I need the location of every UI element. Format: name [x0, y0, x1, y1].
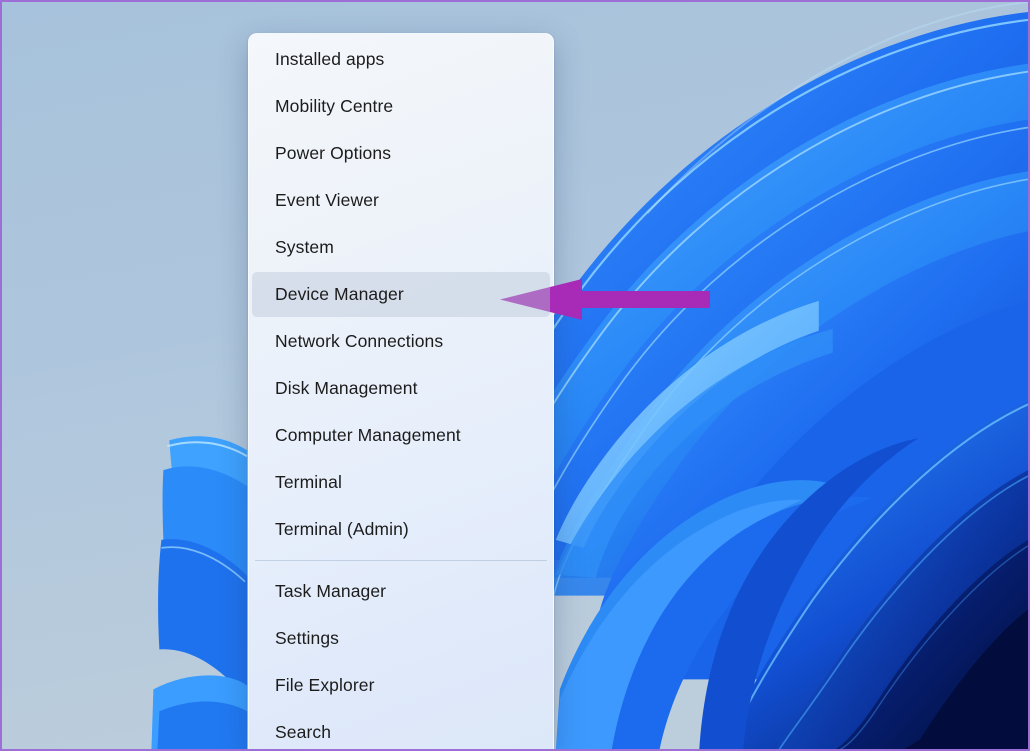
menu-item-network-connections[interactable]: Network Connections — [249, 318, 553, 365]
menu-group-secondary: Task Manager Settings File Explorer Sear… — [249, 568, 553, 749]
menu-item-search[interactable]: Search — [249, 709, 553, 749]
menu-item-terminal-admin[interactable]: Terminal (Admin) — [249, 506, 553, 553]
screenshot-root: Installed apps Mobility Centre Power Opt… — [0, 0, 1030, 751]
menu-item-label: Mobility Centre — [275, 96, 394, 116]
menu-item-label: Installed apps — [275, 49, 385, 69]
menu-item-power-options[interactable]: Power Options — [249, 130, 553, 177]
menu-item-installed-apps[interactable]: Installed apps — [249, 36, 553, 83]
menu-item-computer-management[interactable]: Computer Management — [249, 412, 553, 459]
windows-power-user-context-menu[interactable]: Installed apps Mobility Centre Power Opt… — [248, 33, 554, 749]
menu-item-label: Network Connections — [275, 331, 444, 351]
menu-item-label: Device Manager — [275, 284, 404, 304]
menu-item-label: Task Manager — [275, 581, 387, 601]
menu-item-label: Terminal (Admin) — [275, 519, 409, 539]
menu-item-system[interactable]: System — [249, 224, 553, 271]
menu-separator — [255, 560, 547, 561]
menu-item-task-manager[interactable]: Task Manager — [249, 568, 553, 615]
menu-item-device-manager[interactable]: Device Manager — [249, 271, 553, 318]
menu-item-file-explorer[interactable]: File Explorer — [249, 662, 553, 709]
menu-group-primary: Installed apps Mobility Centre Power Opt… — [249, 34, 553, 553]
menu-item-label: Computer Management — [275, 425, 461, 445]
menu-item-settings[interactable]: Settings — [249, 615, 553, 662]
menu-item-terminal[interactable]: Terminal — [249, 459, 553, 506]
menu-item-label: Event Viewer — [275, 190, 379, 210]
menu-item-label: File Explorer — [275, 675, 375, 695]
menu-item-label: Settings — [275, 628, 340, 648]
menu-item-event-viewer[interactable]: Event Viewer — [249, 177, 553, 224]
menu-item-mobility-centre[interactable]: Mobility Centre — [249, 83, 553, 130]
menu-item-label: System — [275, 237, 334, 257]
menu-item-label: Disk Management — [275, 378, 418, 398]
menu-item-disk-management[interactable]: Disk Management — [249, 365, 553, 412]
menu-item-label: Search — [275, 722, 332, 742]
menu-item-label: Power Options — [275, 143, 392, 163]
menu-item-label: Terminal — [275, 472, 342, 492]
